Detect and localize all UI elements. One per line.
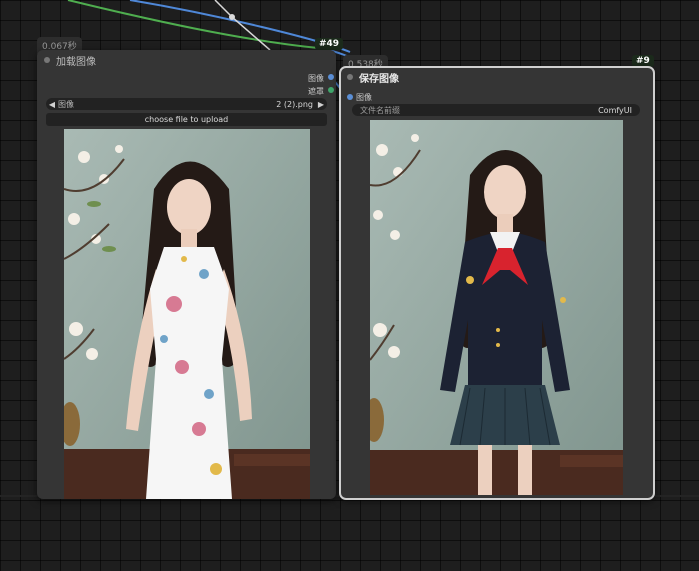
preview-image-qipao <box>64 129 310 499</box>
image-select-value: 2 (2).png <box>276 99 313 109</box>
upload-button[interactable]: choose file to upload <box>46 113 327 126</box>
filename-prefix-label: 文件名前缀 <box>360 105 400 115</box>
combo-next-arrow-icon[interactable]: ▶ <box>315 100 327 109</box>
reroute-point[interactable] <box>229 14 235 20</box>
collapse-dot-icon[interactable] <box>347 74 353 80</box>
output-slot-mask[interactable] <box>328 87 334 93</box>
combo-prev-arrow-icon[interactable]: ◀ <box>46 100 58 109</box>
load-image-node[interactable]: 加载图像 图像 遮罩 ◀ 图像 2 (2).png ▶ choose file … <box>37 50 336 499</box>
output-label-mask: 遮罩 <box>308 87 324 96</box>
saved-image-preview <box>370 120 623 495</box>
wire-green <box>67 0 319 49</box>
image-file-select[interactable]: ◀ 图像 2 (2).png ▶ <box>46 98 327 110</box>
save-node-title-bar[interactable]: 保存图像 <box>340 67 654 87</box>
loaded-image-preview <box>64 129 310 499</box>
save-node-title: 保存图像 <box>359 73 399 85</box>
wire-white <box>214 0 271 51</box>
output-label-image: 图像 <box>308 74 324 83</box>
save-node-id: #9 <box>632 55 654 67</box>
filename-prefix-value: ComfyUI <box>598 105 632 115</box>
output-slot-image[interactable] <box>328 74 334 80</box>
image-select-label: 图像 <box>58 99 74 109</box>
save-image-node[interactable]: 保存图像 图像 文件名前缀 ComfyUI <box>339 66 655 500</box>
input-label-image: 图像 <box>356 93 372 102</box>
load-node-title-bar[interactable]: 加载图像 <box>37 50 336 70</box>
load-node-title: 加载图像 <box>56 56 96 68</box>
filename-prefix-input[interactable]: 文件名前缀 ComfyUI <box>352 104 640 116</box>
collapse-dot-icon[interactable] <box>44 57 50 63</box>
input-slot-image[interactable] <box>347 94 353 100</box>
preview-image-uniform <box>370 120 623 495</box>
link-badge: #49 <box>315 38 344 50</box>
